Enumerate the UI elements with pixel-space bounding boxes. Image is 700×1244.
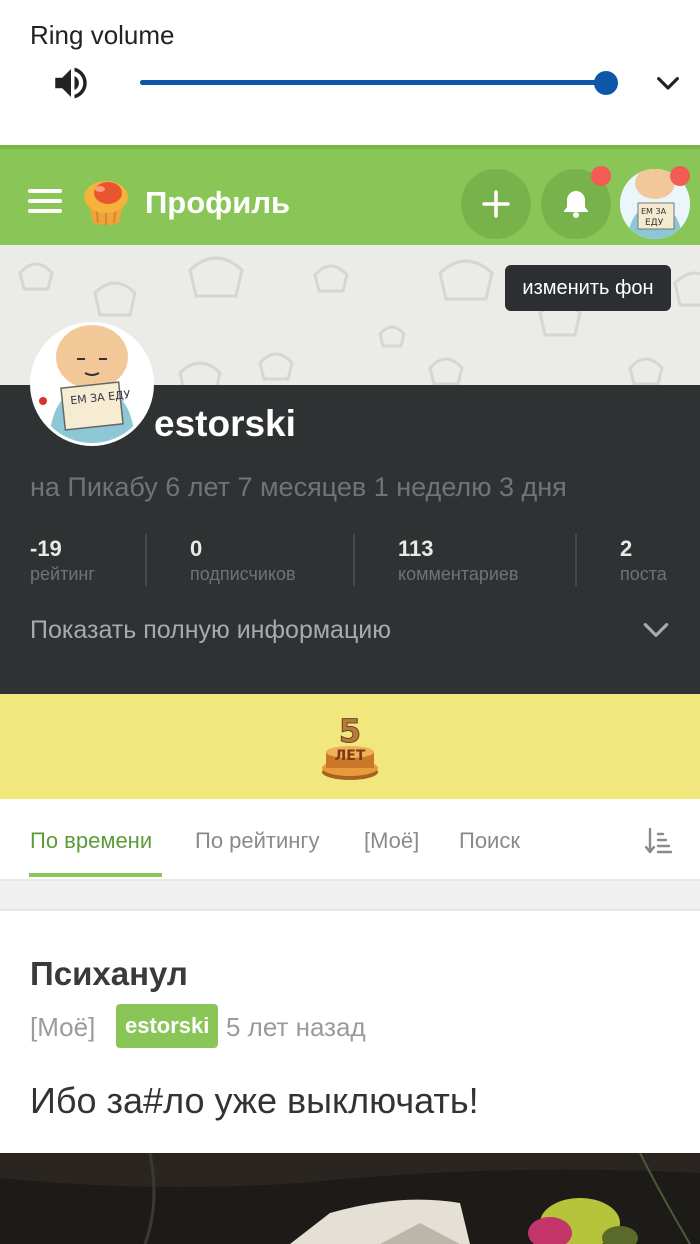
stat-value: -19 [30, 536, 62, 561]
volume-slider-fill [140, 80, 606, 85]
chevron-down-icon[interactable] [652, 68, 684, 100]
post-photo [0, 1153, 700, 1244]
profile-avatar[interactable]: ЕМ ЗА ЕДУ [30, 322, 154, 446]
notification-dot [591, 166, 611, 186]
stat-label: комментариев [398, 564, 519, 584]
post-time: 5 лет назад [226, 1012, 366, 1042]
show-full-info-link[interactable]: Показать полную информацию [30, 616, 391, 645]
stat-subscribers[interactable]: 0 подписчиков [190, 536, 296, 585]
member-since: на Пикабу 6 лет 7 месяцев 1 неделю 3 дня [30, 472, 567, 502]
app-header: Профиль ЕМ ЗА ЕДУ [0, 145, 700, 245]
volume-panel: Ring volume [0, 0, 700, 145]
profile-avatar-image: ЕМ ЗА ЕДУ [33, 325, 151, 443]
stat-rating[interactable]: -19 рейтинг [30, 536, 95, 585]
post-author-badge[interactable]: estorski [116, 1004, 219, 1048]
speaker-icon[interactable] [50, 62, 92, 104]
stat-value: 2 [620, 536, 633, 561]
bell-icon [564, 191, 588, 218]
stat-posts[interactable]: 2 поста [620, 536, 667, 585]
menu-icon[interactable] [28, 189, 62, 215]
post-tag[interactable]: [Моё] [30, 1012, 95, 1043]
stat-divider [575, 534, 577, 586]
stat-comments[interactable]: 113 комментариев [398, 536, 518, 585]
stat-label: поста [620, 564, 667, 584]
volume-slider[interactable] [140, 71, 618, 95]
plus-icon [482, 190, 510, 218]
post-image[interactable] [0, 1153, 700, 1244]
post-card[interactable]: Психанул [Моё] estorski 5 лет назад Ибо … [0, 913, 700, 1153]
cupcake-logo-icon[interactable] [78, 173, 134, 227]
tab-by-rating[interactable]: По рейтингу [195, 828, 319, 854]
volume-slider-thumb[interactable] [593, 71, 618, 95]
change-background-button[interactable]: изменить фон [505, 265, 671, 311]
profile-username: estorski [154, 403, 296, 444]
stat-value: 113 [398, 536, 434, 561]
stat-divider [145, 534, 147, 586]
post-title[interactable]: Психанул [30, 955, 188, 993]
avatar-notification-dot [670, 166, 690, 186]
stat-label: рейтинг [30, 564, 95, 584]
page-title: Профиль [145, 185, 291, 220]
tab-by-time[interactable]: По времени [30, 828, 152, 854]
svg-text:ЕДУ: ЕДУ [645, 218, 664, 228]
stat-value: 0 [190, 536, 203, 561]
tab-search[interactable]: Поиск [459, 828, 520, 854]
section-divider [0, 881, 700, 911]
posts-tabs: По времени По рейтингу [Моё] Поиск [0, 799, 700, 881]
active-tab-indicator [29, 873, 162, 877]
stat-label: подписчиков [190, 564, 296, 584]
volume-title: Ring volume [30, 20, 175, 50]
five-years-award-icon[interactable]: 5 ЛЕТ [318, 708, 382, 782]
post-text: Ибо за#ло уже выключать! [30, 1080, 479, 1121]
stat-divider [353, 534, 355, 586]
tab-mine[interactable]: [Моё] [364, 828, 419, 854]
chevron-down-icon[interactable] [640, 614, 672, 646]
award-number: 5 [339, 712, 361, 750]
award-label: ЛЕТ [335, 748, 366, 764]
svg-text:ЕМ ЗА: ЕМ ЗА [641, 207, 667, 216]
sort-icon[interactable] [643, 826, 673, 856]
add-post-button[interactable] [461, 169, 531, 239]
